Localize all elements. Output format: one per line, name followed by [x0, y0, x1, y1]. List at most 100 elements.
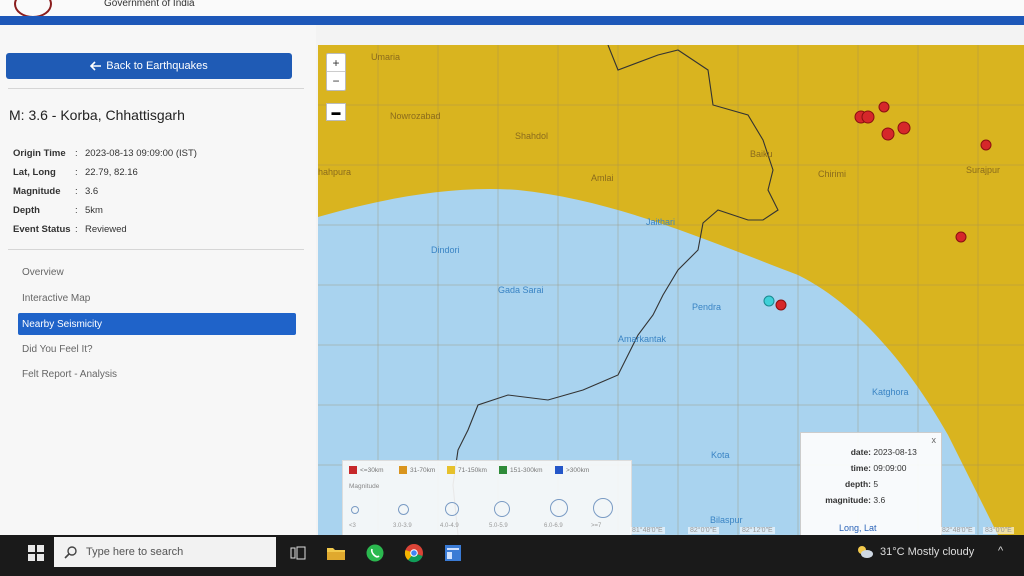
legend-depth-item: <=30km: [349, 466, 384, 474]
popup-close-button[interactable]: x: [932, 435, 937, 445]
magnitude-circle: [398, 504, 409, 515]
legend-swatch: [399, 466, 407, 474]
zoom-out-button[interactable]: −: [327, 72, 345, 90]
nav-nearby-seismicity[interactable]: Nearby Seismicity: [18, 313, 296, 335]
event-marker[interactable]: [861, 110, 875, 124]
app-window-icon[interactable]: [441, 541, 465, 565]
legend-label: 151-300km: [510, 466, 543, 474]
magnitude-label: 6.0-6.9: [544, 523, 563, 529]
town-label: Jaithari: [646, 217, 676, 227]
event-marker[interactable]: [878, 101, 890, 113]
magnitude-circle: [494, 501, 510, 517]
magnitude-label: 5.0-5.9: [489, 523, 508, 529]
info-lat-long: Lat, Long:22.79, 82.16: [13, 167, 138, 178]
coordinate-label: 83°0′0″E: [983, 527, 1014, 534]
legend-magnitude-title: Magnitude: [349, 483, 380, 490]
coordinate-label: 82°48′0″E: [940, 527, 975, 534]
info-origin-time: Origin Time:2023-08-13 09:09:00 (IST): [13, 148, 197, 159]
popup-key: time:: [850, 463, 871, 473]
zoom-controls: + −: [326, 53, 346, 91]
popup-row-depth: depth: 5: [813, 479, 878, 489]
event-marker[interactable]: [881, 127, 895, 141]
nav-interactive-map[interactable]: Interactive Map: [18, 287, 296, 309]
event-marker[interactable]: [955, 231, 967, 243]
magnitude-circle: [550, 499, 568, 517]
search-icon: [64, 546, 77, 559]
town-label: Amarkantak: [618, 334, 667, 344]
event-marker[interactable]: [980, 139, 992, 151]
popup-key: magnitude:: [825, 495, 871, 505]
info-label: Lat, Long: [13, 167, 56, 178]
nav-felt-report-analysis[interactable]: Felt Report - Analysis: [18, 363, 296, 385]
tray-overflow-icon[interactable]: ^: [998, 545, 1003, 557]
town-label: Pendra: [692, 302, 722, 312]
chrome-icon[interactable]: [402, 541, 426, 565]
seismicity-map[interactable]: Umaria Nowrozabad Shahdol Amlai hahpura …: [318, 45, 1024, 535]
task-view-icon[interactable]: [286, 541, 310, 565]
town-label: Chirimi: [818, 169, 846, 179]
info-magnitude: Magnitude:3.6: [13, 186, 99, 197]
coordinate-label: 81°48′0″E: [630, 527, 665, 534]
info-label: Depth: [13, 205, 40, 216]
search-placeholder: Type here to search: [86, 546, 184, 558]
info-value: 5km: [85, 205, 103, 216]
weather-text: 31°C Mostly cloudy: [880, 546, 975, 558]
map-legend: <=30km 31-70km 71-150km 151-300km >300km…: [342, 460, 632, 535]
event-info-popup: x date: 2023-08-13 time: 09:09:00 depth:…: [800, 432, 942, 535]
event-marker[interactable]: [775, 299, 787, 311]
legend-depth-item: >300km: [555, 466, 589, 474]
legend-swatch: [555, 466, 563, 474]
info-label: Magnitude: [13, 186, 61, 197]
legend-depth-item: 151-300km: [499, 466, 543, 474]
nav-did-you-feel-it[interactable]: Did You Feel It?: [18, 338, 296, 360]
town-label: Umaria: [371, 52, 401, 62]
legend-depth-item: 31-70km: [399, 466, 435, 474]
legend-label: 71-150km: [458, 466, 487, 474]
site-header: Government of India: [0, 0, 1024, 18]
magnitude-label: >=7: [591, 523, 602, 529]
zoom-in-button[interactable]: +: [327, 54, 345, 72]
coordinate-label: 82°12′0″E: [740, 527, 775, 534]
nav-overview[interactable]: Overview: [18, 261, 296, 283]
popup-key: depth:: [845, 479, 871, 489]
event-sidebar: Back to Earthquakes M: 3.6 - Korba, Chha…: [0, 25, 316, 535]
taskbar-weather[interactable]: 31°C Mostly cloudy: [856, 545, 974, 559]
event-marker[interactable]: [897, 121, 911, 135]
windows-start-icon[interactable]: [26, 543, 46, 563]
town-label: Gada Sarai: [498, 285, 544, 295]
town-label: hahpura: [318, 167, 352, 177]
magnitude-circle: [593, 498, 613, 518]
town-label: Katghora: [872, 387, 909, 397]
file-explorer-icon[interactable]: [324, 541, 348, 565]
screen: Government of India Back to Earthquakes …: [0, 0, 1024, 576]
magnitude-circle: [445, 502, 459, 516]
legend-label: >300km: [566, 466, 590, 474]
back-button-label: Back to Earthquakes: [106, 60, 208, 72]
popup-value: 09:09:00: [873, 463, 907, 473]
popup-row-magnitude: magnitude: 3.6: [795, 495, 885, 505]
town-label: Dindori: [431, 245, 460, 255]
epicenter-marker[interactable]: [763, 295, 775, 307]
popup-key: date:: [850, 447, 871, 457]
popup-row-time: time: 09:09:00: [813, 463, 907, 473]
header-accent-bar: [0, 16, 1024, 25]
info-value: 2023-08-13 09:09:00 (IST): [85, 148, 197, 159]
info-value: 22.79, 82.16: [85, 167, 138, 178]
whatsapp-icon[interactable]: [363, 541, 387, 565]
town-label: Surajpur: [966, 165, 1001, 175]
coordinate-label: 82°0′0″E: [688, 527, 719, 534]
magnitude-label: <3: [349, 523, 356, 529]
taskbar-search-input[interactable]: Type here to search: [54, 537, 276, 567]
long-lat-link[interactable]: Long, Lat: [839, 523, 877, 533]
popup-value: 3.6: [873, 495, 886, 505]
magnitude-circle: [351, 506, 359, 514]
legend-label: 31-70km: [410, 466, 436, 474]
divider: [8, 88, 304, 89]
popup-row-date: date: 2023-08-13: [813, 447, 917, 457]
info-value: Reviewed: [85, 224, 127, 235]
town-label: Bilaspur: [710, 515, 743, 525]
back-to-earthquakes-button[interactable]: Back to Earthquakes: [6, 53, 292, 79]
magnitude-label: 4.0-4.9: [440, 523, 459, 529]
info-label: Event Status: [13, 224, 71, 235]
measure-tool-icon[interactable]: ▬: [326, 103, 346, 121]
